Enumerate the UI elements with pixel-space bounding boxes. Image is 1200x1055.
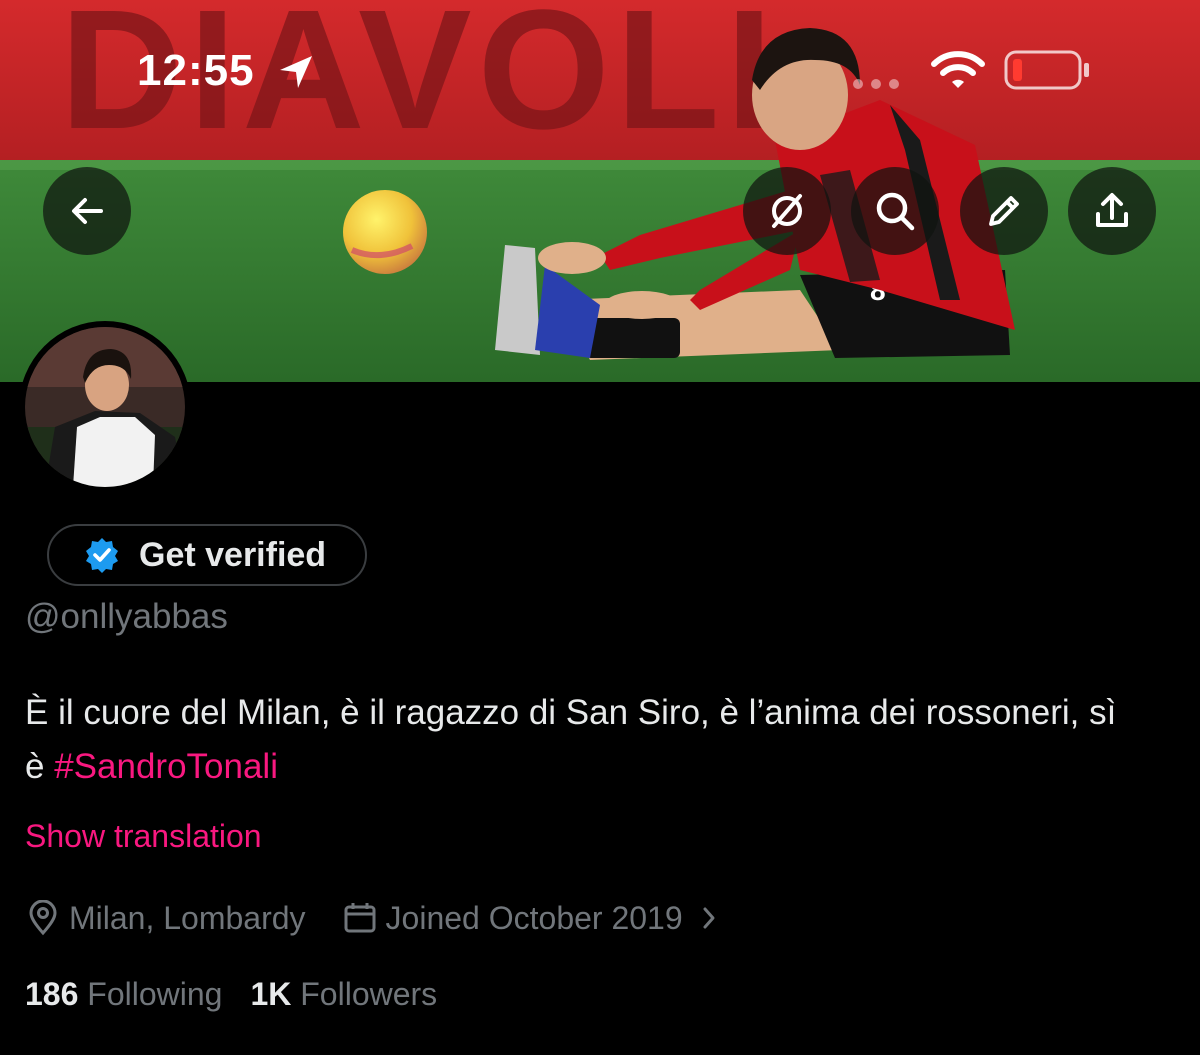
status-time: 12:55	[137, 46, 255, 95]
wifi-icon	[931, 51, 985, 88]
chevron-right-icon	[703, 907, 715, 929]
following-link[interactable]: 186 Following	[25, 976, 222, 1013]
verified-badge-icon	[86, 538, 118, 573]
search-icon	[876, 192, 915, 231]
profile-bio: È il cuore del Milan, è il ragazzo di Sa…	[25, 686, 1145, 794]
profile-meta: Milan, Lombardy Joined October 2019	[25, 896, 721, 940]
location-text: Milan, Lombardy	[69, 899, 306, 936]
edit-button[interactable]	[960, 167, 1048, 255]
follow-stats: 186 Following 1K Followers	[25, 976, 437, 1013]
followers-label: Followers	[300, 976, 438, 1012]
location-item: Milan, Lombardy	[25, 900, 306, 937]
signal-dots-icon	[853, 79, 899, 89]
joined-text: Joined October 2019	[385, 899, 683, 936]
following-label: Following	[87, 976, 223, 1012]
pencil-icon	[989, 196, 1019, 226]
bio-hashtag-link[interactable]: #SandroTonali	[54, 747, 278, 786]
battery-icon	[1004, 50, 1089, 90]
search-button[interactable]	[851, 167, 939, 255]
grok-icon	[772, 194, 802, 228]
profile-banner[interactable]: DIAVOLI 8 12:55	[0, 0, 1200, 382]
profile-avatar[interactable]	[19, 321, 191, 493]
followers-link[interactable]: 1K Followers	[250, 976, 437, 1013]
back-button[interactable]	[43, 167, 131, 255]
get-verified-label: Get verified	[139, 535, 327, 574]
following-count: 186	[25, 976, 79, 1012]
profile-handle: @onllyabbas	[25, 597, 228, 636]
location-services-icon	[280, 56, 312, 88]
calendar-icon	[344, 903, 376, 933]
location-pin-icon	[29, 900, 57, 936]
share-button[interactable]	[1068, 167, 1156, 255]
followers-count: 1K	[250, 976, 292, 1012]
get-verified-button[interactable]: Get verified	[47, 524, 367, 586]
joined-item[interactable]: Joined October 2019	[342, 900, 721, 937]
show-translation-link[interactable]: Show translation	[25, 818, 262, 855]
arrow-left-icon	[72, 198, 103, 224]
avatar-image	[25, 327, 185, 487]
grok-button[interactable]	[743, 167, 831, 255]
share-icon	[1096, 193, 1128, 227]
